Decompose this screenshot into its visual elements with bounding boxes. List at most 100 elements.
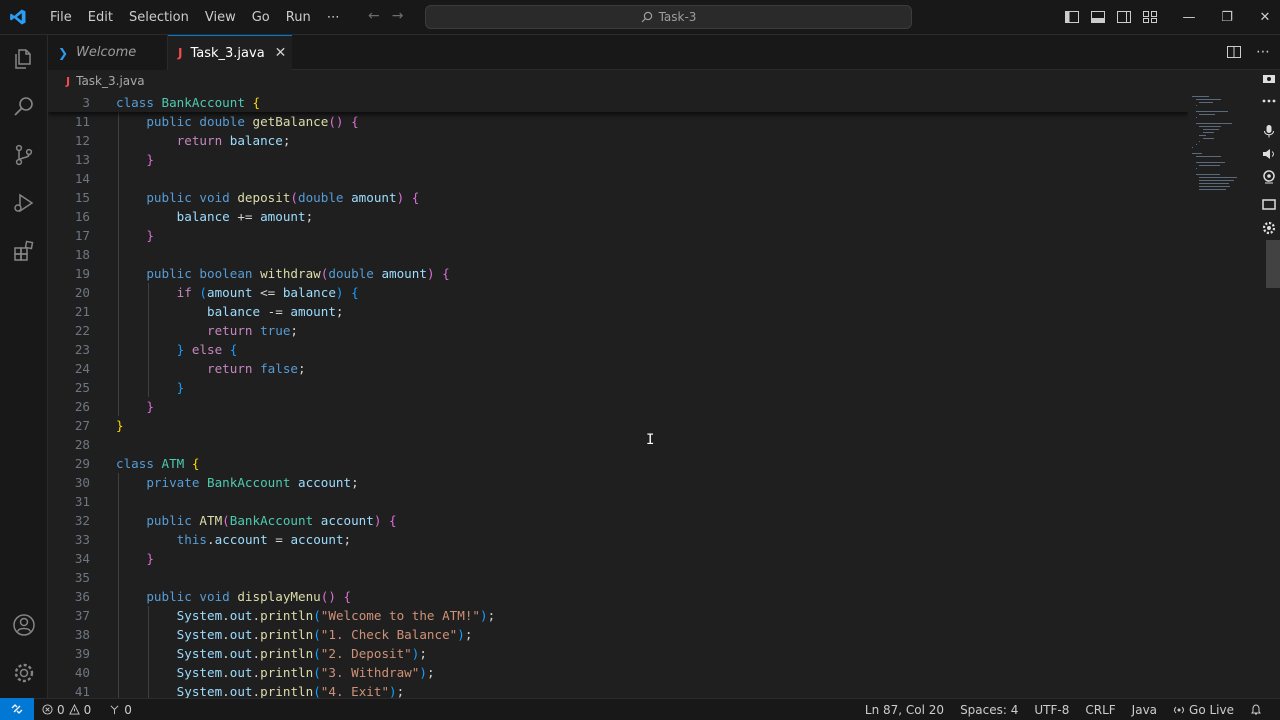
code-line[interactable]: 32 public ATM(BankAccount account) { [48, 511, 1188, 530]
toggle-secondary-sidebar-icon[interactable] [1116, 9, 1132, 25]
minimize-icon[interactable]: — [1170, 10, 1208, 25]
line-ending[interactable]: CRLF [1085, 703, 1115, 717]
code-token: ; [419, 646, 427, 661]
remote-indicator[interactable] [0, 698, 34, 720]
code-line[interactable]: 26 } [48, 397, 1188, 416]
tab-welcome[interactable]: ❯ Welcome [48, 35, 168, 70]
code-token: ( [290, 190, 299, 205]
code-line[interactable]: 20 if (amount <= balance) { [48, 283, 1188, 302]
code-line[interactable]: 25 } [48, 378, 1188, 397]
code-token: account [290, 532, 344, 547]
command-center-search[interactable]: Task-3 [425, 5, 912, 29]
menu-edit[interactable]: Edit [80, 10, 121, 25]
menu-go[interactable]: Go [244, 10, 278, 25]
screen-icon[interactable] [1262, 199, 1276, 211]
extensions-icon[interactable] [12, 239, 36, 263]
forward-arrow-icon[interactable]: → [392, 8, 404, 24]
code-token: amount [351, 190, 397, 205]
encoding[interactable]: UTF-8 [1034, 703, 1069, 717]
layout-controls [1064, 9, 1158, 25]
code-line[interactable]: 34 } [48, 549, 1188, 568]
tab-task3-java[interactable]: J Task_3.java ✕ [168, 35, 292, 70]
code-line[interactable]: 27} [48, 416, 1188, 435]
close-window-icon[interactable]: ✕ [1246, 10, 1280, 25]
vscode-logo-icon: ❯ [58, 45, 69, 60]
cursor-position[interactable]: Ln 87, Col 20 [865, 703, 944, 717]
status-left: 0 0 0 [42, 699, 132, 720]
code-line[interactable]: 40 System.out.println("3. Withdraw"); [48, 663, 1188, 682]
indentation[interactable]: Spaces: 4 [960, 703, 1018, 717]
code-token: ; [426, 665, 435, 680]
more-actions-icon[interactable]: ⋯ [1256, 44, 1270, 60]
settings-gear-icon[interactable] [1262, 221, 1276, 235]
code-line[interactable]: 15 public void deposit(double amount) { [48, 188, 1188, 207]
code-line[interactable]: 33 this.account = account; [48, 530, 1188, 549]
menu-run[interactable]: Run [278, 10, 319, 25]
source-control-icon[interactable] [12, 143, 36, 167]
code-line[interactable]: 19 public boolean withdraw(double amount… [48, 264, 1188, 283]
toggle-panel-icon[interactable] [1090, 9, 1106, 25]
warning-icon [68, 704, 80, 715]
speaker-icon[interactable] [1262, 148, 1276, 160]
microphone-icon[interactable] [1263, 124, 1275, 138]
ports-indicator[interactable]: 0 [109, 703, 132, 717]
code-token: . [252, 608, 261, 623]
explorer-icon[interactable] [12, 47, 36, 71]
run-debug-icon[interactable] [12, 191, 36, 215]
vertical-scrollbar[interactable] [1266, 240, 1280, 288]
minimap-line [1199, 126, 1221, 127]
search-icon[interactable] [12, 95, 36, 119]
code-line[interactable]: 21 balance -= amount; [48, 302, 1188, 321]
customize-layout-icon[interactable] [1142, 9, 1158, 25]
breadcrumb[interactable]: J Task_3.java [48, 70, 1188, 92]
code-line[interactable]: 35 [48, 568, 1188, 587]
code-line[interactable]: 24 return false; [48, 359, 1188, 378]
notifications-bell-icon[interactable] [1250, 703, 1262, 716]
code-line[interactable]: 12 return balance; [48, 131, 1188, 150]
code-token: else [191, 342, 230, 357]
code-token: false [260, 361, 298, 376]
code-line[interactable]: 17 } [48, 226, 1188, 245]
code-line[interactable]: 37 System.out.println("Welcome to the AT… [48, 606, 1188, 625]
code-line[interactable]: 39 System.out.println("2. Deposit"); [48, 644, 1188, 663]
manage-gear-icon[interactable] [12, 661, 36, 685]
toggle-primary-sidebar-icon[interactable] [1064, 9, 1080, 25]
code-line[interactable]: 31 [48, 492, 1188, 511]
camera-icon[interactable] [1262, 72, 1276, 84]
code-line[interactable]: 41 System.out.println("4. Exit"); [48, 682, 1188, 698]
line-number: 25 [74, 380, 90, 395]
code-line[interactable]: 22 return true; [48, 321, 1188, 340]
code-line[interactable]: 23 } else { [48, 340, 1188, 359]
minimap[interactable] [1188, 92, 1256, 698]
menu-more[interactable]: ⋯ [319, 10, 348, 25]
code-line[interactable]: 30 private BankAccount account; [48, 473, 1188, 492]
code-line[interactable]: 28 [48, 435, 1188, 454]
code-token: { [351, 114, 359, 129]
account-icon[interactable] [12, 613, 36, 637]
menu-file[interactable]: File [42, 10, 80, 25]
code-line[interactable]: 18 [48, 245, 1188, 264]
code-line[interactable]: 36 public void displayMenu() { [48, 587, 1188, 606]
split-editor-icon[interactable] [1226, 44, 1242, 60]
language-mode[interactable]: Java [1132, 703, 1157, 717]
restore-icon[interactable]: ❐ [1208, 10, 1246, 25]
menu-view[interactable]: View [197, 10, 244, 25]
code-line[interactable]: 38 System.out.println("1. Check Balance"… [48, 625, 1188, 644]
code-line[interactable]: 14 [48, 169, 1188, 188]
sticky-scroll-line[interactable]: 3 class BankAccount { [48, 93, 1188, 112]
code-line[interactable]: 16 balance += amount; [48, 207, 1188, 226]
more-dots-icon[interactable] [1262, 97, 1276, 105]
back-arrow-icon[interactable]: ← [368, 8, 380, 24]
webcam-icon[interactable] [1262, 170, 1276, 184]
code-line[interactable]: 13 } [48, 150, 1188, 169]
code-token: public [146, 114, 200, 129]
code-editor[interactable]: 3 class BankAccount {11 public double get… [48, 92, 1188, 698]
code-line[interactable]: 11 public double getBalance() { [48, 112, 1188, 131]
close-tab-icon[interactable]: ✕ [275, 45, 287, 61]
menu-selection[interactable]: Selection [121, 10, 197, 25]
code-line[interactable]: 29 class ATM { [48, 454, 1188, 473]
go-live-button[interactable]: Go Live [1173, 703, 1234, 717]
problems-indicator[interactable]: 0 0 [42, 703, 91, 717]
